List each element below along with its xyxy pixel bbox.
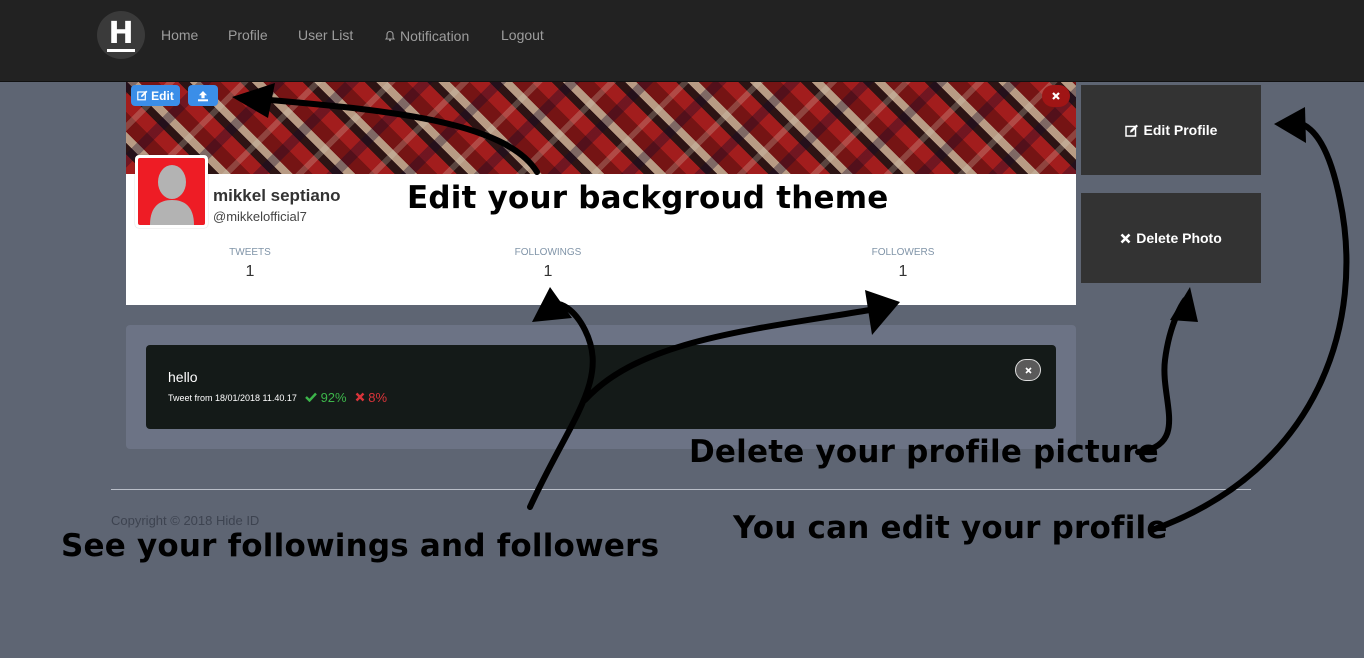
tweets-stat-value[interactable]: 1	[190, 263, 310, 281]
annotation-edit-profile: You can edit your profile	[733, 510, 1168, 546]
bell-icon	[384, 30, 396, 42]
nav-profile-label: Profile	[228, 27, 268, 43]
annotation-followings-followers: See your followings and followers	[61, 528, 660, 564]
tweet-meta: Tweet from 18/01/2018 11.40.17 92% 8%	[168, 390, 387, 405]
delete-photo-label: Delete Photo	[1136, 230, 1222, 246]
footer-divider	[111, 489, 1251, 490]
tweets-stat-label: TWEETS	[229, 247, 271, 258]
remove-cover-button[interactable]	[1042, 85, 1070, 107]
nav-logout[interactable]: Logout	[501, 27, 544, 43]
close-icon	[1120, 233, 1131, 243]
upload-cover-button[interactable]	[188, 85, 218, 106]
logo-letter: H	[107, 15, 135, 52]
nav-notification[interactable]: Notification	[384, 28, 469, 44]
profile-name: mikkel septiano	[213, 186, 341, 205]
upvote-stat[interactable]: 92%	[305, 390, 347, 405]
edit-icon	[137, 90, 148, 101]
tweet-text: hello	[168, 369, 198, 385]
check-icon	[305, 392, 317, 403]
upvote-percent: 92%	[320, 390, 347, 405]
tweet-card: hello Tweet from 18/01/2018 11.40.17 92%…	[146, 345, 1056, 429]
followers-stat-label: FOLLOWERS	[871, 247, 935, 258]
upload-icon	[198, 90, 208, 101]
downvote-stat[interactable]: 8%	[355, 390, 387, 405]
cover-image	[126, 82, 1076, 174]
avatar[interactable]	[135, 155, 208, 228]
edit-cover-button[interactable]: Edit	[131, 85, 180, 106]
delete-photo-button[interactable]: Delete Photo	[1081, 193, 1261, 283]
nav-home-label: Home	[161, 27, 199, 43]
followers-stat-value[interactable]: 1	[843, 263, 963, 281]
copyright: Copyright © 2018 Hide ID	[111, 513, 260, 528]
tweet-date: Tweet from 18/01/2018 11.40.17	[168, 392, 297, 403]
nav-logout-label: Logout	[501, 27, 544, 43]
delete-tweet-button[interactable]	[1015, 359, 1041, 381]
nav-home[interactable]: Home	[161, 27, 198, 43]
followings-stat-label: FOLLOWINGS	[514, 247, 582, 258]
edit-profile-label: Edit Profile	[1143, 122, 1218, 138]
nav-user-list[interactable]: User List	[298, 27, 353, 43]
annotation-background-theme: Edit your backgroud theme	[407, 180, 889, 216]
nav-user-list-label: User List	[298, 27, 354, 43]
close-icon	[1024, 366, 1032, 374]
followings-stat-value[interactable]: 1	[488, 263, 608, 281]
close-icon	[1052, 92, 1060, 100]
x-icon	[355, 392, 364, 402]
edit-profile-button[interactable]: Edit Profile	[1081, 85, 1261, 175]
edit-icon	[1124, 124, 1138, 137]
nav-notification-label: Notification	[400, 28, 470, 44]
profile-handle: @mikkelofficial7	[213, 209, 307, 224]
logo[interactable]: H	[97, 11, 145, 59]
annotation-delete-picture: Delete your profile picture	[689, 434, 1159, 470]
edit-cover-label: Edit	[151, 88, 174, 103]
nav-profile[interactable]: Profile	[228, 27, 268, 43]
navbar: H Home Profile User List Notification Lo…	[0, 0, 1364, 82]
tweet-feed: hello Tweet from 18/01/2018 11.40.17 92%…	[126, 325, 1076, 449]
downvote-percent: 8%	[368, 390, 388, 405]
